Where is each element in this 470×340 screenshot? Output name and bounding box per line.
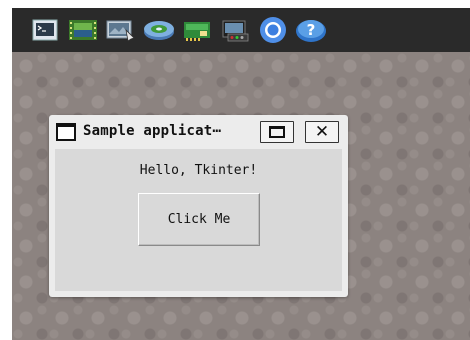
film-strip-icon[interactable] bbox=[66, 15, 100, 45]
help-icon[interactable]: ? bbox=[294, 15, 328, 45]
click-me-button[interactable]: Click Me bbox=[138, 193, 260, 246]
terminal-icon[interactable] bbox=[28, 15, 62, 45]
app-window: Sample applicat⋯ ✕ Hello, Tkinter! Click… bbox=[49, 115, 348, 297]
media-player-icon[interactable] bbox=[218, 15, 252, 45]
disc-drive-icon[interactable] bbox=[142, 15, 176, 45]
close-button[interactable]: ✕ bbox=[305, 121, 339, 143]
window-content: Hello, Tkinter! Click Me bbox=[55, 149, 342, 291]
maximize-button[interactable] bbox=[260, 121, 294, 143]
greeting-label: Hello, Tkinter! bbox=[139, 163, 258, 178]
photo-viewer-icon[interactable] bbox=[104, 15, 138, 45]
maximize-icon bbox=[269, 126, 285, 138]
taskbar: ? bbox=[12, 8, 470, 52]
network-card-icon[interactable] bbox=[180, 15, 214, 45]
chromium-icon[interactable] bbox=[256, 15, 290, 45]
svg-text:?: ? bbox=[307, 21, 316, 39]
close-icon: ✕ bbox=[314, 121, 330, 142]
window-titlebar[interactable]: Sample applicat⋯ ✕ bbox=[49, 115, 348, 149]
window-icon bbox=[56, 123, 76, 141]
window-title: Sample applicat⋯ bbox=[83, 123, 222, 139]
